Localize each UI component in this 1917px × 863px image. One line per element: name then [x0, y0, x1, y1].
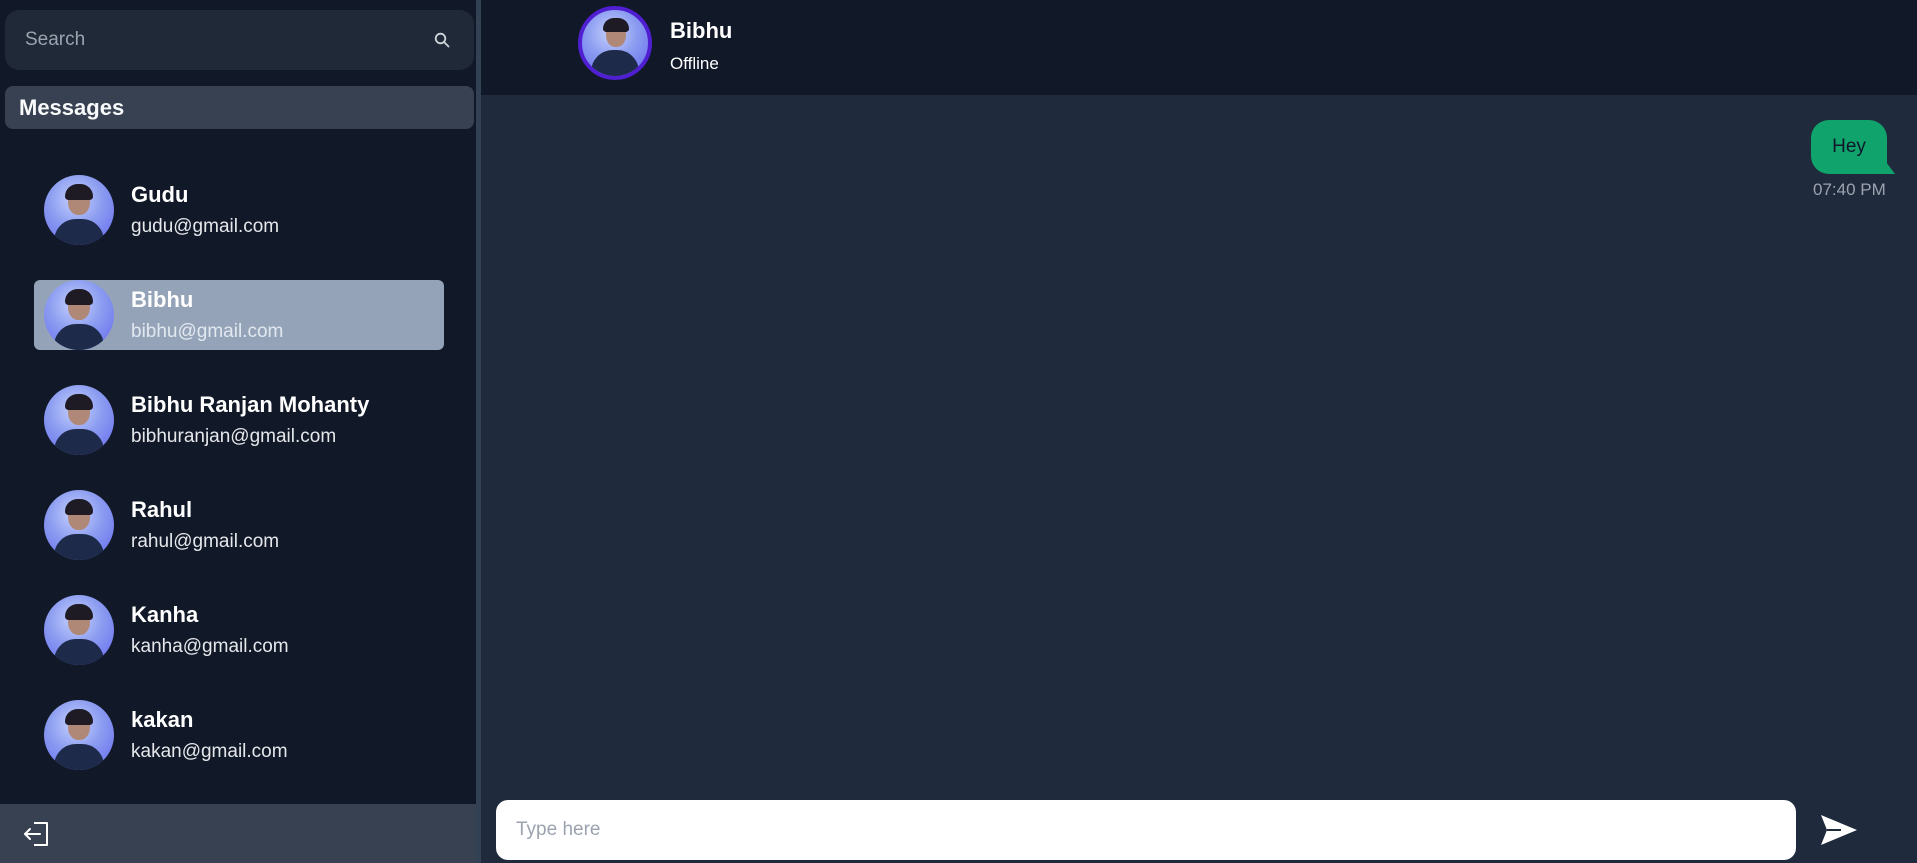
avatar: [44, 280, 114, 350]
contact-email: kanha@gmail.com: [131, 636, 289, 657]
avatar: [44, 490, 114, 560]
chat-app: Messages Gudu gudu@gmail.com Bibhu bibhu…: [0, 0, 1917, 863]
contact-name: Bibhu Ranjan Mohanty: [131, 392, 370, 417]
search-icon[interactable]: [432, 30, 452, 50]
contact-name: Gudu: [131, 182, 189, 207]
avatar: [44, 175, 114, 245]
message-input[interactable]: [496, 818, 1796, 842]
contact-name: Kanha: [131, 602, 199, 627]
contact-name: Bibhu: [131, 287, 194, 312]
contact-email: gudu@gmail.com: [131, 216, 280, 237]
contact-email: rahul@gmail.com: [131, 531, 280, 552]
chat-panel: Bibhu Offline Hey 07:40 PM: [481, 0, 1917, 863]
message-bubble: Hey: [1811, 120, 1887, 174]
contact-name: kakan: [131, 707, 194, 732]
contact-email: bibhu@gmail.com: [131, 321, 284, 342]
avatar: [578, 6, 652, 80]
contact-name: Rahul: [131, 497, 193, 522]
search-input[interactable]: [5, 28, 432, 52]
search-box: [5, 10, 474, 70]
avatar: [44, 595, 114, 665]
logout-icon[interactable]: [22, 819, 52, 849]
contact-item-bibhu-ranjan-mohanty[interactable]: Bibhu Ranjan Mohanty bibhuranjan@gmail.c…: [34, 385, 444, 455]
chat-header: Bibhu Offline: [481, 0, 1917, 95]
message-time: 07:40 PM: [1813, 180, 1886, 199]
contact-item-kanha[interactable]: Kanha kanha@gmail.com: [34, 595, 444, 665]
contact-item-gudu[interactable]: Gudu gudu@gmail.com: [34, 175, 444, 245]
sidebar-footer: [0, 804, 476, 863]
message-composer: [496, 800, 1796, 860]
contact-email: bibhuranjan@gmail.com: [131, 426, 337, 447]
messages-heading: Messages: [5, 86, 474, 129]
contact-email: kakan@gmail.com: [131, 741, 288, 762]
chat-contact-status: Offline: [670, 54, 719, 73]
contact-item-kakan[interactable]: kakan kakan@gmail.com: [34, 700, 444, 770]
sidebar: Messages Gudu gudu@gmail.com Bibhu bibhu…: [0, 0, 476, 863]
contact-item-rahul[interactable]: Rahul rahul@gmail.com: [34, 490, 444, 560]
contact-item-bibhu[interactable]: Bibhu bibhu@gmail.com: [34, 280, 444, 350]
send-icon[interactable]: [1817, 812, 1861, 848]
avatar: [44, 385, 114, 455]
avatar: [44, 700, 114, 770]
chat-contact-name: Bibhu: [670, 18, 733, 43]
